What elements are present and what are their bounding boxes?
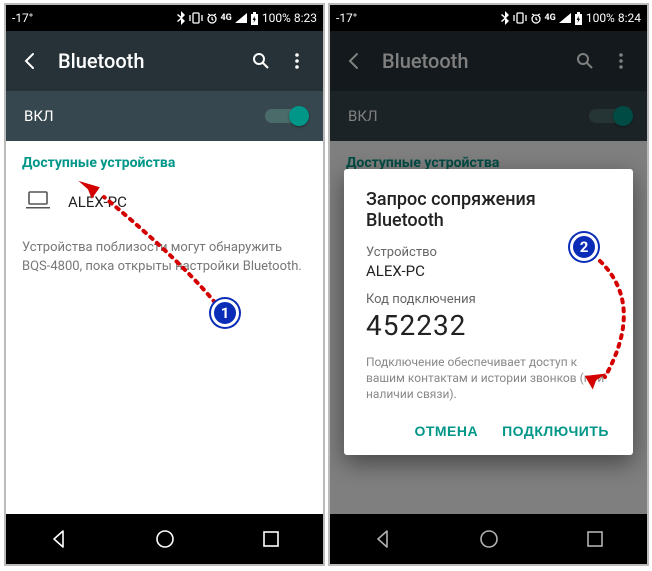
battery-percent: 100% [586, 11, 615, 25]
vibrate-icon [189, 12, 203, 24]
alarm-icon [206, 12, 218, 24]
nav-recent-button[interactable] [261, 529, 281, 549]
arrowhead-icon [578, 365, 608, 395]
arrowhead-icon [76, 175, 106, 205]
dialog-title: Запрос сопряжения Bluetooth [366, 189, 611, 231]
nav-bar [6, 514, 323, 564]
toggle-label: ВКЛ [24, 107, 54, 125]
available-devices-header: Доступные устройства [22, 155, 307, 171]
bluetooth-toggle-row[interactable]: ВКЛ [6, 91, 323, 141]
connect-button[interactable]: ПОДКЛЮЧИТЬ [502, 423, 609, 439]
phone-screenshot-1: -17° 4G 100% 8:23 Bluetooth [4, 3, 325, 566]
phone-screenshot-2: -17° 4G 100% 8:24 Bluetooth ВКЛ [328, 3, 649, 566]
battery-percent: 100% [262, 11, 291, 25]
annotation-badge-2: 2 [570, 233, 598, 261]
vibrate-icon [513, 12, 527, 24]
page-title: Bluetooth [46, 49, 243, 73]
battery-icon [250, 12, 259, 25]
signal-icon [235, 13, 247, 23]
app-bar: Bluetooth [6, 31, 323, 91]
signal-icon [559, 13, 571, 23]
toggle-switch[interactable] [265, 107, 305, 125]
nav-home-button[interactable] [154, 528, 176, 550]
alarm-icon [530, 12, 542, 24]
laptop-icon [26, 191, 50, 213]
clock: 8:24 [618, 11, 641, 25]
cancel-button[interactable]: ОТМЕНА [414, 423, 478, 439]
overflow-menu-button[interactable] [279, 51, 315, 71]
bluetooth-icon [176, 11, 186, 25]
back-button[interactable] [14, 51, 46, 71]
temperature: -17° [336, 11, 357, 25]
nav-scrim [330, 514, 647, 564]
annotation-badge-1: 1 [211, 299, 239, 327]
battery-icon [574, 12, 583, 25]
status-bar: -17° 4G 100% 8:23 [6, 5, 323, 31]
network-4g-icon: 4G [221, 13, 232, 23]
status-bar: -17° 4G 100% 8:24 [330, 5, 647, 31]
network-4g-icon: 4G [545, 13, 556, 23]
temperature: -17° [12, 11, 33, 25]
nav-back-button[interactable] [48, 528, 70, 550]
bluetooth-icon [500, 11, 510, 25]
search-button[interactable] [243, 51, 279, 71]
clock: 8:23 [294, 11, 317, 25]
